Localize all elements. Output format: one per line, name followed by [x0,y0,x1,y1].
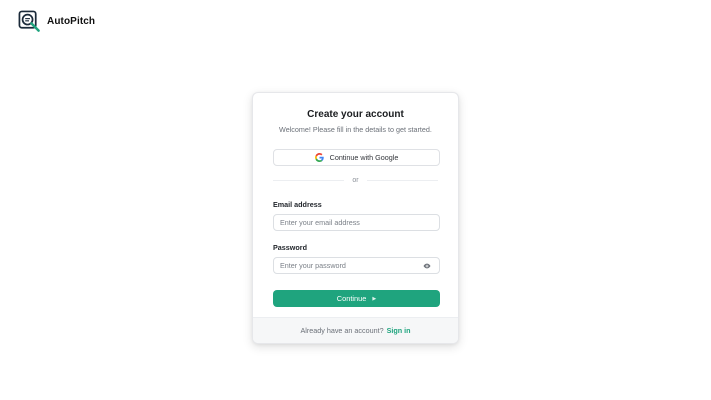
email-field[interactable] [280,218,433,227]
email-field-wrapper [273,214,440,231]
card-title: Create your account [307,109,404,120]
password-field-wrapper [273,257,440,274]
brand-name: AutoPitch [47,16,96,27]
google-icon [314,153,324,162]
brand[interactable]: AutoPitch [18,10,95,33]
google-button-label: Continue with Google [329,153,399,162]
divider-text: or [352,176,359,184]
divider-line-right [366,179,439,181]
card-footer: Already have an account? Sign in [253,317,458,343]
card-subtitle: Welcome! Please fill in the details to g… [279,125,432,134]
signup-card: Create your account Welcome! Please fill… [252,92,459,344]
sign-in-link[interactable]: Sign in [387,326,411,335]
eye-icon[interactable] [423,262,431,270]
footer-text: Already have an account? [300,326,384,335]
caret-right-icon: ▶ [372,295,377,302]
password-field[interactable] [280,261,433,270]
brand-logo-icon [18,10,40,32]
or-divider: or [273,174,439,186]
continue-button-label: Continue [336,294,367,303]
divider-line-left [273,179,345,181]
email-label: Email address [273,200,322,209]
continue-button[interactable]: Continue ▶ [273,290,440,307]
password-label: Password [273,243,307,252]
continue-with-google-button[interactable]: Continue with Google [273,149,440,166]
